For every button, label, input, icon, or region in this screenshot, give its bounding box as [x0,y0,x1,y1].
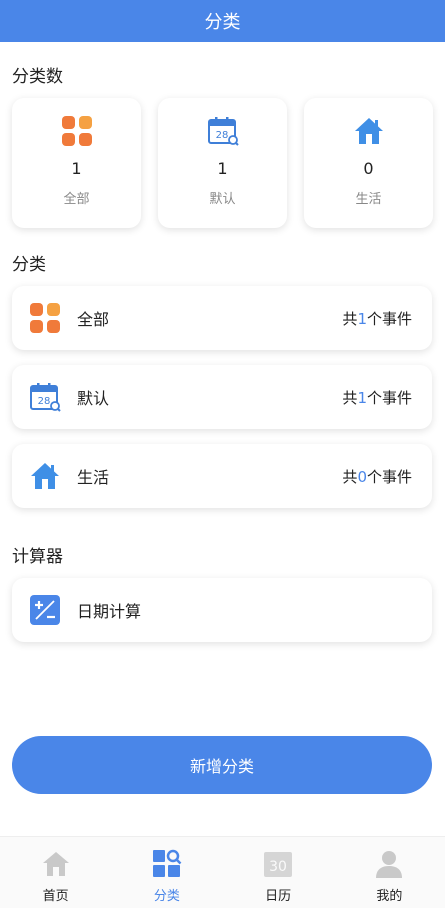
category-search-icon [152,849,182,877]
add-category-button[interactable]: 新增分类 [12,736,432,794]
category-event-count: 共0个事件 [342,467,412,486]
calendar-icon: 28 [30,383,61,412]
home-icon [354,118,383,144]
date-calculator-row[interactable]: 日期计算 [12,578,432,642]
bottom-tab-bar: 首页 分类 30 日历 我的 [0,836,445,908]
calendar-icon: 28 [207,117,239,146]
page-header: 分类 [0,0,445,42]
home-icon [42,852,69,876]
tab-label: 首页 [42,889,69,904]
grid-icon [61,116,92,146]
category-row-all[interactable]: 全部 共1个事件 [12,286,432,350]
category-name: 默认 [77,389,110,408]
stat-count: 1 [217,159,228,178]
category-row-life[interactable]: 生活 共0个事件 [12,444,432,508]
stat-count: 0 [363,159,374,178]
page-title: 分类 [204,12,241,33]
tab-category[interactable]: 分类 [111,837,222,908]
calculator-icon [30,595,60,625]
tab-label: 我的 [376,889,403,904]
stats-section-title: 分类数 [12,67,63,87]
home-icon [31,463,59,489]
calendar-30-icon: 30 [264,852,293,877]
category-name: 全部 [77,310,110,329]
tab-label: 日历 [265,889,292,904]
calculator-section-title: 计算器 [12,547,63,567]
tab-profile[interactable]: 我的 [334,837,445,908]
stat-count: 1 [71,159,82,178]
stat-card-life[interactable]: 0 生活 [304,98,433,228]
category-event-count: 共1个事件 [342,309,412,328]
category-row-default[interactable]: 28 默认 共1个事件 [12,365,432,429]
stat-label: 默认 [209,192,236,207]
svg-text:30: 30 [269,859,287,875]
tab-label: 分类 [153,889,180,904]
stat-card-all[interactable]: 1 全部 [12,98,141,228]
tab-calendar[interactable]: 30 日历 [223,837,334,908]
tab-home[interactable]: 首页 [0,837,111,908]
svg-text:28: 28 [38,396,51,407]
category-event-count: 共1个事件 [342,388,412,407]
category-name: 生活 [77,468,110,487]
date-calculator-label: 日期计算 [77,602,142,621]
svg-text:28: 28 [215,130,228,141]
category-section-title: 分类 [12,255,46,275]
stat-card-default[interactable]: 28 1 默认 [158,98,287,228]
add-category-label: 新增分类 [189,757,254,776]
stat-label: 全部 [63,192,90,207]
stat-label: 生活 [355,192,382,207]
grid-icon [30,303,60,333]
user-icon [376,851,403,878]
